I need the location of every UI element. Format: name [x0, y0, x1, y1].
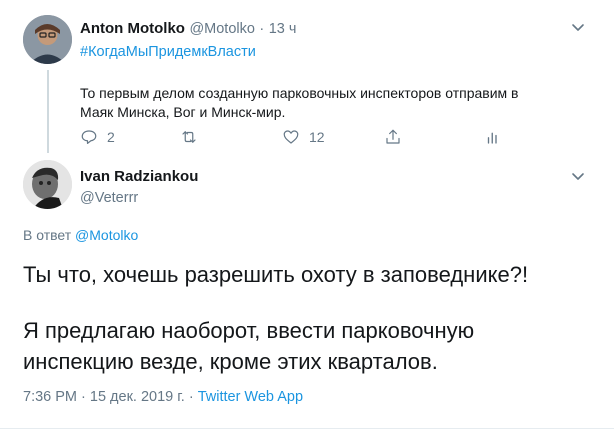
tweet-meta: 7:36 PM · 15 дек. 2019 г. · Twitter Web …	[23, 389, 303, 405]
tweet-timestamp[interactable]: 7:36 PM · 15 дек. 2019 г. ·	[23, 389, 194, 405]
reply-to-prefix: В ответ	[23, 227, 72, 243]
chevron-down-icon[interactable]	[571, 169, 585, 188]
hashtag-link[interactable]: #КогдаМыПридемкВласти	[80, 44, 256, 60]
chevron-down-icon[interactable]	[571, 20, 585, 39]
like-button[interactable]: 12	[282, 128, 325, 146]
retweet-icon	[182, 131, 196, 143]
analytics-icon	[487, 132, 497, 144]
divider	[0, 428, 614, 429]
author-handle[interactable]: @Veterrr	[80, 190, 138, 206]
separator: ·	[259, 21, 265, 37]
author-name[interactable]: Anton Motolko	[80, 20, 185, 37]
reply-to-handle[interactable]: @Motolko	[75, 227, 138, 243]
tweet-time[interactable]: 13 ч	[269, 21, 297, 37]
parent-tweet-text: То первым делом созданную парковочных ин…	[80, 84, 518, 122]
author-name[interactable]: Ivan Radziankou	[80, 168, 198, 185]
reply-button[interactable]: 2	[80, 128, 115, 146]
reply-to-line: В ответ @Motolko	[23, 227, 138, 243]
source-app-link[interactable]: Twitter Web App	[198, 389, 303, 405]
reply-icon	[81, 130, 97, 144]
like-count: 12	[309, 129, 325, 145]
main-tweet-text-line: Я предлагаю наоборот, ввести парковочную	[23, 318, 475, 343]
tweet-text-line: То первым делом созданную парковочных ин…	[80, 85, 519, 101]
analytics-button[interactable]	[484, 128, 502, 146]
main-tweet-text-line: Ты что, хочешь разрешить охоту в заповед…	[23, 262, 529, 287]
tweet-text-line: Маяк Минска, Вог и Минск-мир.	[80, 104, 286, 120]
main-tweet-text-line: инспекцию везде, кроме этих кварталов.	[23, 349, 438, 374]
heart-icon	[283, 130, 299, 144]
parent-tweet-header: Anton Motolko @Motolko · 13 ч	[80, 20, 296, 38]
reply-count: 2	[107, 129, 115, 145]
avatar-image	[23, 160, 72, 209]
thread-line	[47, 70, 49, 153]
share-button[interactable]	[384, 128, 402, 146]
author-handle[interactable]: @Motolko	[189, 21, 255, 37]
share-icon	[386, 129, 400, 144]
retweet-button[interactable]	[180, 128, 198, 146]
avatar-image	[23, 15, 72, 64]
main-author-name[interactable]: Ivan Radziankou	[80, 168, 198, 186]
avatar[interactable]	[23, 160, 72, 209]
avatar[interactable]	[23, 15, 72, 64]
